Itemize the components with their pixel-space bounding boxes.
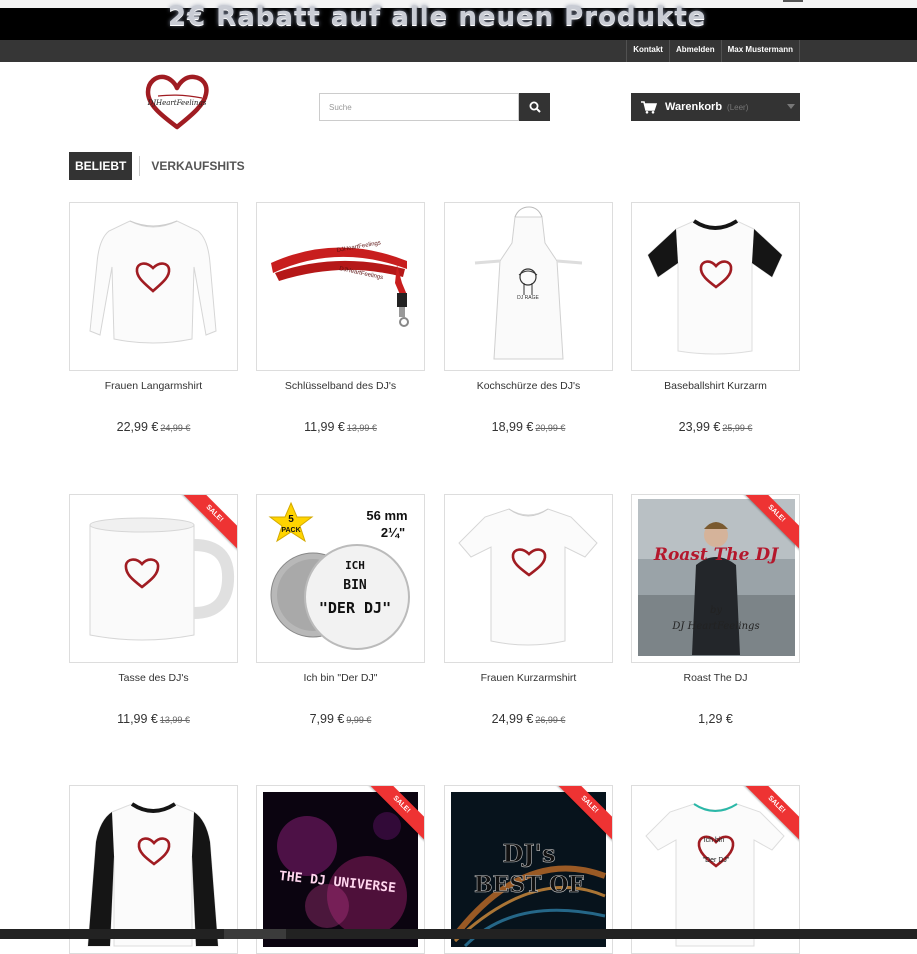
product-name[interactable]: Schlüsselband des DJ's (256, 380, 425, 392)
user-nav: Kontakt Abmelden Max Mustermann (0, 40, 917, 62)
account-link[interactable]: Max Mustermann (720, 40, 800, 62)
cart-button[interactable]: Warenkorb (Leer) (631, 93, 800, 121)
cart-count: (Leer) (727, 102, 749, 112)
product-price: 23,99 € (678, 420, 721, 434)
product-card[interactable]: Frauen Kurzarmshirt 24,99 €26,99 € (444, 494, 613, 726)
svg-text:2¼": 2¼" (381, 525, 405, 540)
product-old-price: 25,99 € (722, 423, 753, 433)
svg-text:ICH: ICH (345, 559, 365, 572)
promo-banner-text: 2€ Rabatt auf alle neuen Produkte (168, 2, 707, 32)
product-price: 7,99 € (309, 712, 345, 726)
product-price-line: 7,99 €9,99 € (256, 712, 425, 726)
product-price-line: 23,99 €25,99 € (631, 420, 800, 434)
product-card[interactable]: Frauen Langarmshirt 22,99 €24,99 € (69, 202, 238, 434)
product-price: 11,99 € (304, 420, 345, 434)
button-pack-image: 5 PACK 56 mm 2¼" ICH BIN "DER DJ" (268, 501, 410, 650)
search-input[interactable] (319, 93, 519, 121)
svg-text:Ich bin: Ich bin (704, 837, 725, 844)
product-price: 24,99 € (491, 712, 534, 726)
product-price-line: 1,29 € (631, 712, 800, 726)
product-price-line: 11,99 €13,99 € (69, 712, 238, 726)
product-name[interactable]: Kochschürze des DJ's (444, 380, 613, 392)
product-price: 18,99 € (491, 420, 534, 434)
product-old-price: 9,99 € (346, 715, 372, 725)
product-price: 11,99 € (117, 712, 158, 726)
taskbar (0, 929, 917, 939)
product-price: 22,99 € (116, 420, 159, 434)
search-icon (529, 101, 541, 113)
product-old-price: 13,99 € (346, 423, 377, 433)
product-image[interactable]: DJHeartFeelings DJHeartFeelings (256, 202, 425, 371)
site-logo[interactable]: DJHeartFeelings (142, 72, 212, 132)
product-card[interactable]: Baseballshirt Kurzarm 23,99 €25,99 € (631, 202, 800, 434)
svg-text:DJ HeartFeelings: DJ HeartFeelings (671, 621, 759, 632)
contact-link[interactable]: Kontakt (626, 40, 669, 62)
product-old-price: 13,99 € (159, 715, 190, 725)
svg-text:DJ's: DJ's (502, 839, 555, 868)
product-card[interactable]: 5 PACK 56 mm 2¼" ICH BIN "DER DJ" Ich bi… (256, 494, 425, 726)
product-card[interactable]: SALE! Tasse des DJ's 11,99 €13,99 € (69, 494, 238, 726)
product-image[interactable] (444, 494, 613, 663)
tab-bestsellers[interactable]: VERKAUFSHITS (146, 159, 244, 173)
product-old-price: 24,99 € (160, 423, 191, 433)
product-name[interactable]: Tasse des DJ's (69, 672, 238, 684)
lanyard-image: DJHeartFeelings DJHeartFeelings (271, 240, 409, 327)
product-name[interactable]: Ich bin "Der DJ" (256, 672, 425, 684)
product-image[interactable] (631, 202, 800, 371)
apron-image: DJ RAGE (474, 206, 583, 360)
product-price-line: 18,99 €20,99 € (444, 420, 613, 434)
svg-text:DJ RAGE: DJ RAGE (517, 295, 539, 301)
product-image[interactable]: DJ RAGE (444, 202, 613, 371)
longsleeve-shirt-image (89, 220, 217, 344)
product-price-line: 22,99 €24,99 € (69, 420, 238, 434)
user-nav-links: Kontakt Abmelden Max Mustermann (626, 40, 800, 62)
svg-text:56 mm: 56 mm (366, 508, 407, 523)
search-box (319, 93, 550, 121)
product-tabs: BELIEBT VERKAUFSHITS (69, 152, 245, 180)
product-image[interactable]: Roast The DJ by DJ HeartFeelings SALE! (631, 494, 800, 663)
product-old-price: 20,99 € (535, 423, 566, 433)
svg-text:5: 5 (288, 514, 294, 525)
product-card[interactable]: DJHeartFeelings DJHeartFeelings Schlüsse… (256, 202, 425, 434)
product-card[interactable]: Roast The DJ by DJ HeartFeelings SALE! R… (631, 494, 800, 726)
cart-icon (641, 100, 657, 114)
product-card[interactable]: DJ RAGE Kochschürze des DJ's 18,99 €20,9… (444, 202, 613, 434)
product-price-line: 24,99 €26,99 € (444, 712, 613, 726)
search-button[interactable] (519, 93, 550, 121)
svg-text:Roast The DJ: Roast The DJ (653, 545, 779, 565)
product-old-price: 26,99 € (535, 715, 566, 725)
product-name[interactable]: Frauen Langarmshirt (69, 380, 238, 392)
taskbar-item[interactable] (224, 929, 286, 939)
product-image[interactable] (69, 202, 238, 371)
promo-banner: 2€ Rabatt auf alle neuen Produkte (0, 0, 917, 40)
svg-text:BIN: BIN (343, 578, 367, 593)
browser-edge-mark (783, 0, 803, 2)
product-name[interactable]: Frauen Kurzarmshirt (444, 672, 613, 684)
logout-link[interactable]: Abmelden (668, 40, 721, 62)
baseball-shirt-image (647, 219, 783, 355)
chevron-down-icon[interactable] (787, 104, 795, 109)
svg-text:BEST OF: BEST OF (474, 872, 584, 898)
product-price: 1,29 € (698, 712, 733, 726)
svg-text:PACK: PACK (281, 527, 300, 534)
product-name[interactable]: Baseballshirt Kurzarm (631, 380, 800, 392)
tab-divider (139, 156, 141, 176)
svg-text:DJHeartFeelings: DJHeartFeelings (147, 99, 207, 107)
baseball-longsleeve-image (87, 802, 219, 947)
women-tshirt-image (458, 508, 598, 646)
svg-text:by: by (710, 605, 722, 616)
heart-logo-icon: DJHeartFeelings (145, 74, 209, 130)
svg-text:"Der DJ": "Der DJ" (703, 857, 730, 864)
cart-label: Warenkorb (665, 101, 723, 113)
product-image[interactable]: 5 PACK 56 mm 2¼" ICH BIN "DER DJ" (256, 494, 425, 663)
product-image[interactable]: SALE! (69, 494, 238, 663)
product-price-line: 11,99 €13,99 € (256, 420, 425, 434)
svg-text:"DER DJ": "DER DJ" (319, 599, 391, 617)
tab-popular[interactable]: BELIEBT (69, 152, 133, 180)
product-name[interactable]: Roast The DJ (631, 672, 800, 684)
